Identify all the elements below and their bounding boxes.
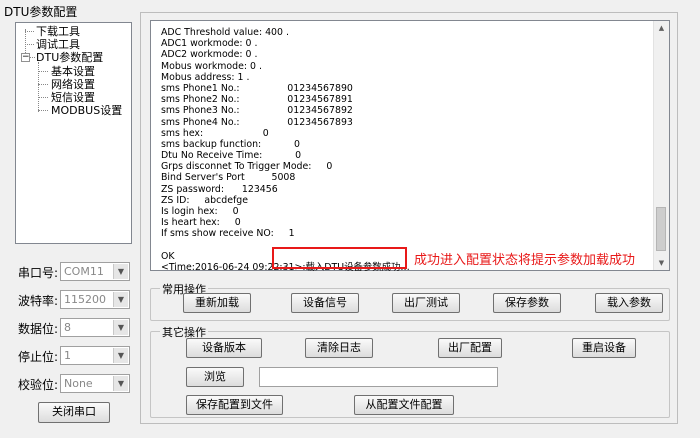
tree-item-sms-settings[interactable]: 短信设置	[51, 91, 95, 104]
tree-item-network-settings[interactable]: 网络设置	[51, 78, 95, 91]
log-line: sms backup function: 0	[161, 138, 300, 150]
port-value: COM11	[64, 265, 104, 278]
parity-label: 校验位:	[18, 378, 59, 392]
save-params-button[interactable]: 保存参数	[493, 293, 561, 313]
device-version-button[interactable]: 设备版本	[186, 338, 262, 358]
tree-connector	[38, 71, 48, 72]
reload-button[interactable]: 重新加载	[183, 293, 251, 313]
databits-label: 数据位:	[18, 322, 59, 336]
tree-connector	[25, 31, 34, 32]
tree-item-modbus-settings[interactable]: MODBUS设置	[51, 104, 122, 117]
success-annotation: 成功进入配置状态将提示参数加载成功	[414, 253, 636, 268]
databits-value: 8	[64, 321, 71, 334]
log-line: sms Phone4 No.: 01234567893	[161, 116, 353, 128]
tree-connector	[38, 110, 48, 111]
config-file-path-input[interactable]	[259, 367, 498, 387]
tree-item-dtu-config[interactable]: DTU参数配置	[36, 51, 103, 64]
port-select[interactable]: COM11 ▼	[60, 262, 130, 281]
tree-connector	[25, 44, 34, 45]
tree-item-debug-tool[interactable]: 调试工具	[36, 38, 80, 51]
scroll-down-icon[interactable]: ▼	[654, 256, 669, 270]
baud-label: 波特率:	[18, 294, 59, 308]
restart-device-button[interactable]: 重启设备	[572, 338, 636, 358]
stopbits-select[interactable]: 1 ▼	[60, 346, 130, 365]
databits-select[interactable]: 8 ▼	[60, 318, 130, 337]
load-params-button[interactable]: 载入参数	[595, 293, 663, 313]
factory-config-button[interactable]: 出厂配置	[438, 338, 502, 358]
dropdown-arrow-icon[interactable]: ▼	[113, 292, 128, 307]
tree-connector	[38, 62, 39, 112]
device-signal-button[interactable]: 设备信号	[291, 293, 359, 313]
dropdown-arrow-icon[interactable]: ▼	[113, 320, 128, 335]
log-line: Dtu No Receive Time: 0	[161, 150, 302, 162]
log-line: Mobus workmode: 0 .	[161, 60, 262, 72]
dropdown-arrow-icon[interactable]: ▼	[113, 348, 128, 363]
log-line: ADC1 workmode: 0 .	[161, 38, 258, 50]
navigation-tree: 下载工具 调试工具 − DTU参数配置 基本设置 网络设置 短信设置 MODBU…	[15, 22, 132, 244]
browse-button[interactable]: 浏览	[186, 367, 244, 387]
tree-connector	[30, 57, 35, 58]
log-line: ZS password: 123456	[161, 183, 278, 195]
stopbits-label: 停止位:	[18, 350, 59, 364]
factory-test-button[interactable]: 出厂测试	[392, 293, 460, 313]
log-line: ZS ID: abcdefge	[161, 194, 248, 206]
scroll-up-icon[interactable]: ▲	[654, 21, 669, 35]
clear-log-button[interactable]: 清除日志	[305, 338, 373, 358]
log-line: ADC2 workmode: 0 .	[161, 49, 258, 61]
log-line: sms Phone2 No.: 01234567891	[161, 94, 353, 106]
parity-value: None	[64, 377, 93, 390]
load-config-from-file-button[interactable]: 从配置文件配置	[354, 395, 454, 415]
log-line: Bind Server's Port 5008	[161, 172, 296, 184]
log-line: ADC Threshold value: 400 .	[161, 27, 289, 38]
log-line: If sms show receive NO: 1	[161, 228, 295, 240]
save-config-to-file-button[interactable]: 保存配置到文件	[186, 395, 283, 415]
tree-item-basic-settings[interactable]: 基本设置	[51, 65, 95, 78]
baud-select[interactable]: 115200 ▼	[60, 290, 130, 309]
log-line: Grps disconnet To Trigger Mode: 0	[161, 161, 333, 173]
tree-connector	[38, 97, 48, 98]
log-line: Is heart hex: 0	[161, 217, 241, 229]
scroll-thumb[interactable]	[656, 207, 666, 251]
log-line: sms Phone1 No.: 01234567890	[161, 82, 353, 94]
log-line: sms Phone3 No.: 01234567892	[161, 105, 353, 117]
log-output[interactable]: ADC Threshold value: 400 . ADC1 workmode:…	[150, 20, 670, 273]
close-port-button[interactable]: 关闭串口	[38, 402, 110, 423]
port-label: 串口号:	[18, 266, 59, 280]
collapse-icon[interactable]: −	[21, 53, 30, 62]
stopbits-value: 1	[64, 349, 71, 362]
success-highlight-box	[272, 247, 407, 269]
log-line: Mobus address: 1 .	[161, 71, 250, 83]
dropdown-arrow-icon[interactable]: ▼	[113, 376, 128, 391]
parity-select[interactable]: None ▼	[60, 374, 130, 393]
log-line: Is login hex: 0	[161, 206, 239, 217]
tree-connector	[38, 84, 48, 85]
log-scrollbar[interactable]: ▲ ▼	[653, 21, 669, 270]
log-text: ADC Threshold value: 400 . ADC1 workmode:…	[161, 27, 410, 273]
baud-value: 115200	[64, 293, 106, 306]
dropdown-arrow-icon[interactable]: ▼	[113, 264, 128, 279]
log-line: sms hex: 0	[161, 127, 269, 139]
tree-item-download-tool[interactable]: 下载工具	[36, 25, 80, 38]
